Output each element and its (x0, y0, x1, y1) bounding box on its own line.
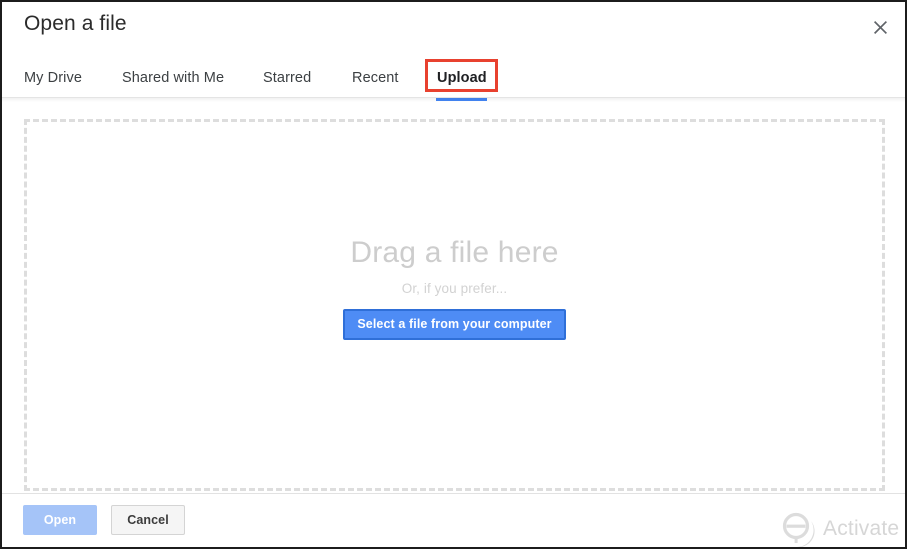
close-button[interactable] (863, 10, 897, 44)
close-icon (873, 20, 887, 34)
tab-recent[interactable]: Recent (352, 59, 399, 97)
dialog-footer: Open Cancel (2, 494, 905, 547)
select-file-button[interactable]: Select a file from your computer (343, 309, 566, 340)
page-title: Open a file (24, 12, 127, 35)
tab-label: Shared with Me (122, 70, 225, 86)
header-shadow (2, 98, 905, 102)
dialog-header: Open a file My Drive Shared with Me Star… (2, 2, 905, 101)
tab-my-drive[interactable]: My Drive (24, 59, 82, 97)
tab-label: My Drive (24, 70, 82, 86)
dropzone-heading: Drag a file here (350, 236, 559, 269)
cancel-button[interactable]: Cancel (111, 505, 185, 535)
dropzone-content: Drag a file here Or, if you prefer... Se… (27, 234, 882, 340)
tab-starred[interactable]: Starred (263, 59, 311, 97)
dropzone-subtext: Or, if you prefer... (401, 281, 508, 296)
tab-label: Starred (263, 70, 312, 86)
tab-label: Upload (437, 70, 487, 86)
tab-label: Recent (352, 70, 399, 86)
open-button[interactable]: Open (23, 505, 97, 535)
tab-upload[interactable]: Upload (437, 59, 487, 97)
tab-shared-with-me[interactable]: Shared with Me (122, 59, 224, 97)
tab-bar: My Drive Shared with Me Starred Recent U… (2, 59, 905, 101)
file-dropzone[interactable]: Drag a file here Or, if you prefer... Se… (24, 119, 885, 491)
open-a-file-dialog: Open a file My Drive Shared with Me Star… (0, 0, 907, 549)
